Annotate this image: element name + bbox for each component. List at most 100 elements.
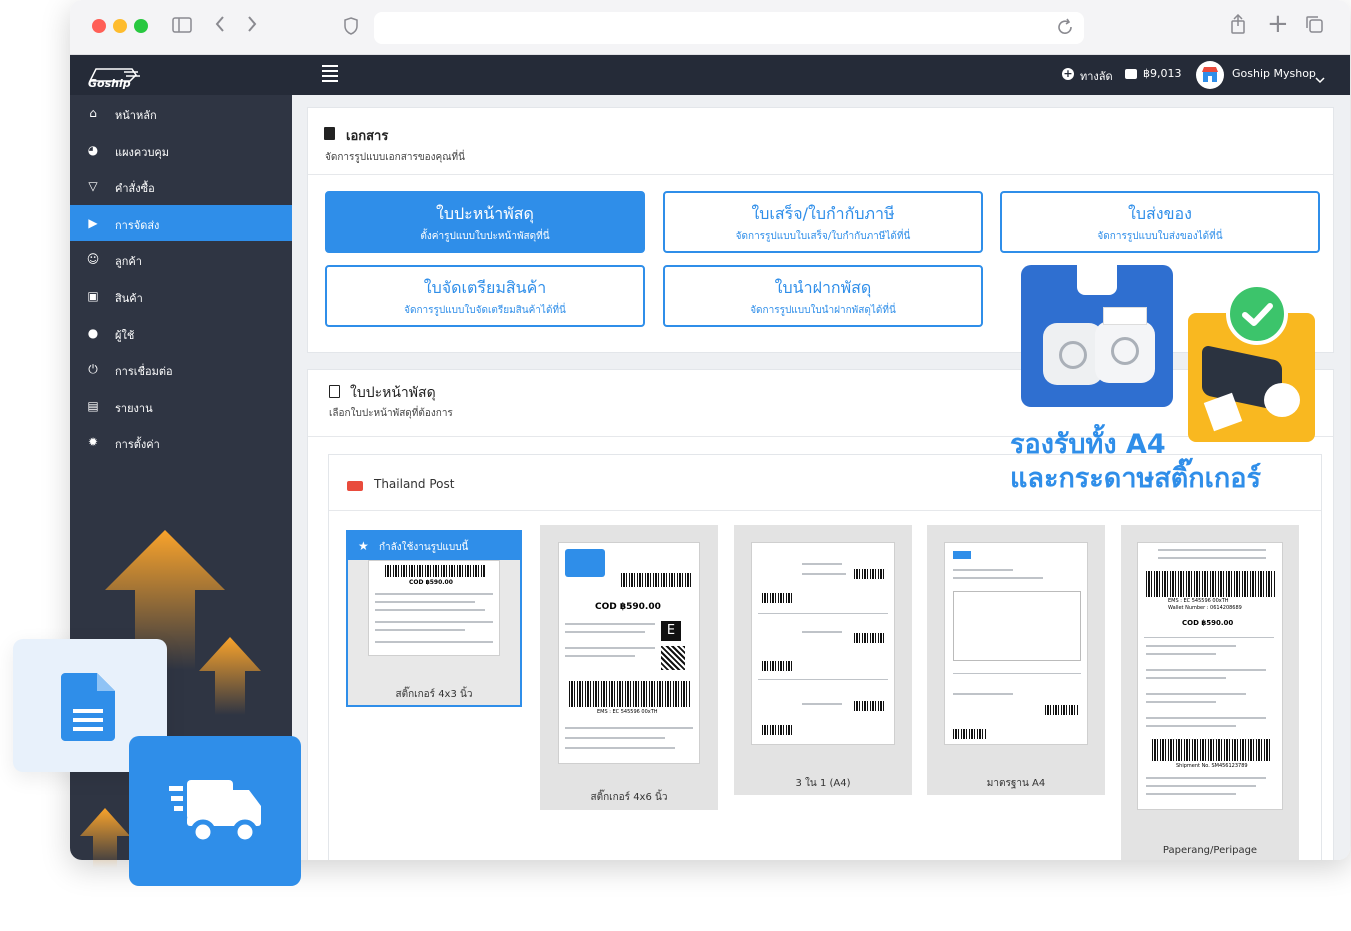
- drop-off-button-sub: จัดการรูปแบบใบนำฝากพัสดุได้ที่นี่: [750, 305, 896, 316]
- share-icon[interactable]: [1230, 13, 1246, 39]
- app-header: Goship + ทางลัด ฿9,013 Goship Myshop: [70, 55, 1350, 95]
- new-tab-icon[interactable]: +: [1267, 11, 1289, 37]
- thailand-post-logo: [347, 481, 363, 491]
- template-preview: COD ฿590.00 E EMS : EC 545596 00xTH: [558, 542, 700, 764]
- picking-list-button[interactable]: ใบจัดเตรียมสินค้า จัดการรูปแบบใบจัดเตรีย…: [325, 265, 645, 327]
- dashboard-icon: ◕: [87, 142, 99, 157]
- sidebar-item-home[interactable]: ⌂ หน้าหลัก: [70, 95, 292, 131]
- sidebar-item-user[interactable]: ● ผู้ใช้: [70, 315, 292, 351]
- delivery-note-button-sub: จัดการรูปแบบใบส่งของได้ที่นี่: [1097, 231, 1223, 242]
- documents-subtitle: จัดการรูปแบบเอกสารของคุณที่นี่: [325, 152, 465, 163]
- cod-text: COD ฿590.00: [409, 579, 453, 586]
- shield-icon[interactable]: [344, 16, 358, 40]
- goship-mini-logo: [565, 549, 605, 577]
- forward-icon[interactable]: [246, 14, 258, 38]
- plug-icon: ⏻: [88, 362, 98, 377]
- sidebar-toggle-icon[interactable]: [172, 14, 192, 38]
- template-preview: COD ฿590.00: [368, 560, 500, 656]
- qr-code: [661, 646, 685, 670]
- ems-text: EMS : EC 545596 00xTH: [1168, 598, 1229, 604]
- reload-icon[interactable]: [1056, 18, 1074, 40]
- template-preview: [751, 542, 895, 745]
- in-use-badge-label: กำลังใช้งานรูปแบบนี้: [379, 542, 469, 553]
- table-preview: [953, 591, 1081, 661]
- chevron-down-icon[interactable]: [1315, 69, 1325, 88]
- wallet-balance[interactable]: ฿9,013: [1143, 67, 1182, 80]
- sidebar-item-label: ลูกค้า: [115, 255, 142, 269]
- sidebar-item-box[interactable]: ▣ สินค้า: [70, 278, 292, 314]
- shipping-label-button-title: ใบปะหน้าพัสดุ: [436, 204, 534, 223]
- template-caption: 3 ใน 1 (A4): [795, 778, 851, 789]
- sidebar-item-label: การตั้งค่า: [115, 438, 160, 452]
- delivery-note-button[interactable]: ใบส่งของ จัดการรูปแบบใบส่งของได้ที่นี่: [1000, 191, 1320, 253]
- picking-list-button-sub: จัดการรูปแบบใบจัดเตรียมสินค้าได้ที่นี่: [404, 305, 566, 316]
- cod-text: COD ฿590.00: [1182, 619, 1234, 627]
- goship-logo[interactable]: Goship: [86, 63, 140, 92]
- mini-logo: [953, 551, 971, 559]
- mini-printer-illustration: [1021, 263, 1173, 407]
- in-use-badge: ★ กำลังใช้งานรูปแบบนี้: [348, 532, 520, 560]
- sidebar-item-label: แผงควบคุม: [115, 145, 170, 159]
- template-3in1-a4[interactable]: 3 ใน 1 (A4): [734, 525, 912, 795]
- labels-subtitle: เลือกใบปะหน้าพัสดุที่ต้องการ: [329, 408, 453, 419]
- carrier-panel: Thailand Post ★ กำลังใช้งานรูปแบบนี้ COD…: [328, 454, 1322, 860]
- sidebar-item-plug[interactable]: ⏻ การเชื่อมต่อ: [70, 351, 292, 387]
- check-circle-icon: [1226, 283, 1288, 345]
- back-icon[interactable]: [214, 14, 226, 38]
- users-icon: ☺: [86, 252, 100, 267]
- shortcut-link[interactable]: ทางลัด: [1080, 67, 1113, 85]
- cod-text: COD ฿590.00: [595, 602, 661, 612]
- sidebar-item-report[interactable]: ▤ รายงาน: [70, 388, 292, 424]
- truck-tile: [129, 736, 301, 886]
- template-standard-a4[interactable]: มาตรฐาน A4: [927, 525, 1105, 795]
- template-preview: [944, 542, 1088, 745]
- logo-text: Goship: [88, 77, 131, 90]
- sidebar-item-label: รายงาน: [115, 401, 153, 415]
- sidebar-item-gear[interactable]: ✹ การตั้งค่า: [70, 424, 292, 460]
- template-sticker-4x6[interactable]: COD ฿590.00 E EMS : EC 545596 00xTH สติ๊…: [540, 525, 718, 810]
- sidebar-item-cart[interactable]: ▽ คำสั่งซื้อ: [70, 168, 292, 204]
- sidebar-item-dashboard[interactable]: ◕ แผงควบคุม: [70, 132, 292, 168]
- menu-toggle-icon[interactable]: [322, 65, 338, 85]
- sidebar-item-label: สินค้า: [115, 292, 143, 305]
- promo-line-1: รองรับทั้ง A4: [1010, 429, 1166, 460]
- document-icon: [324, 127, 335, 140]
- close-window-button[interactable]: [92, 19, 106, 33]
- sidebar-item-truck[interactable]: ▶ การจัดส่ง: [70, 204, 292, 241]
- receipt-tax-invoice-button[interactable]: ใบเสร็จ/ใบกำกับภาษี จัดการรูปแบบใบเสร็จ/…: [663, 191, 983, 253]
- document-icon: [61, 673, 115, 745]
- divider: [329, 510, 1321, 511]
- user-icon: ●: [87, 325, 99, 340]
- sidebar-item-label: การเชื่อมต่อ: [115, 365, 173, 379]
- template-caption: Paperang/Peripage: [1162, 845, 1258, 856]
- plus-circle-icon[interactable]: +: [1062, 68, 1074, 80]
- promo-line-2: และกระดาษสติ๊กเกอร์: [1010, 463, 1261, 494]
- ems-text: EMS : EC 545596 00xTH: [597, 709, 658, 715]
- documents-card: เอกสาร จัดการรูปแบบเอกสารของคุณที่นี่ ใบ…: [307, 107, 1334, 353]
- shop-name[interactable]: Goship Myshop: [1232, 67, 1316, 80]
- shipment-text: Shipment No. SM456123789: [1176, 763, 1248, 769]
- sidebar-item-label: คำสั่งซื้อ: [115, 182, 155, 196]
- template-caption: สติ๊กเกอร์ 4x3 นิ้ว: [395, 689, 473, 700]
- shipping-label-button[interactable]: ใบปะหน้าพัสดุ ตั้งค่ารูปแบบใบปะหน้าพัสดุ…: [325, 191, 645, 253]
- divider: [308, 174, 1333, 175]
- wallet-icon: [1125, 69, 1137, 79]
- tabs-overview-icon[interactable]: [1304, 14, 1324, 39]
- box-icon: ▣: [87, 289, 99, 303]
- labels-title: ใบปะหน้าพัสดุ: [350, 385, 436, 401]
- drop-off-slip-button[interactable]: ใบนำฝากพัสดุ จัดการรูปแบบใบนำฝากพัสดุได้…: [663, 265, 983, 327]
- template-caption: สติ๊กเกอร์ 4x6 นิ้ว: [590, 792, 668, 803]
- promo-text: รองรับทั้ง A4 และกระดาษสติ๊กเกอร์: [1010, 428, 1261, 496]
- carrier-name: Thailand Post: [374, 477, 455, 491]
- sidebar-item-users[interactable]: ☺ ลูกค้า: [70, 241, 292, 277]
- gear-icon: ✹: [87, 435, 99, 450]
- address-bar[interactable]: [374, 12, 1084, 44]
- up-arrow-small-icon: [199, 637, 261, 719]
- browser-titlebar: +: [70, 0, 1350, 55]
- picking-list-button-title: ใบจัดเตรียมสินค้า: [423, 278, 547, 297]
- minimize-window-button[interactable]: [113, 19, 127, 33]
- zoom-window-button[interactable]: [134, 19, 148, 33]
- template-paperang-peripage[interactable]: EMS : EC 545596 00xTH Wallet Number : 06…: [1121, 525, 1299, 860]
- template-sticker-4x3[interactable]: ★ กำลังใช้งานรูปแบบนี้ COD ฿590.00 สติ๊ก…: [346, 530, 522, 707]
- shop-avatar[interactable]: [1196, 61, 1224, 89]
